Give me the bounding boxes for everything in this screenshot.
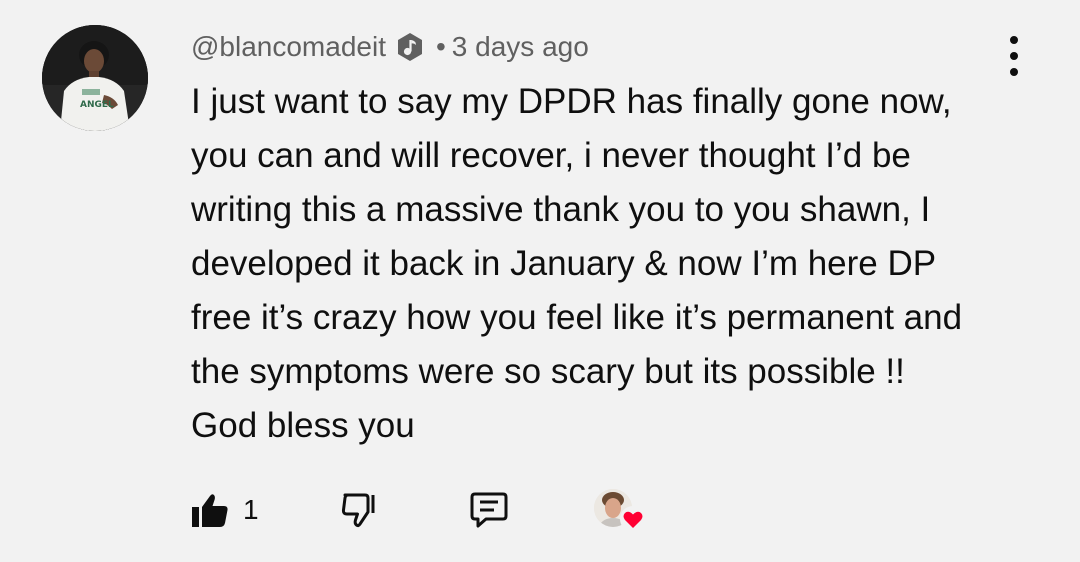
reply-comment-icon (470, 492, 508, 528)
comment-text-line: I just want to say my DPDR has finally g… (191, 82, 952, 121)
comment-text-line: God bless you (191, 406, 415, 445)
music-note-badge-icon (394, 31, 426, 63)
comment-text-line: developed it back in January & now I’m h… (191, 244, 937, 283)
svg-text:ANGEL: ANGEL (80, 100, 114, 110)
creator-heart-icon (593, 486, 649, 534)
reply-button[interactable] (469, 486, 509, 534)
comment-text-line: free it’s crazy how you feel like it’s p… (191, 298, 963, 337)
author-avatar[interactable]: ANGEL (42, 25, 148, 131)
dislike-button[interactable] (341, 486, 379, 534)
comment-card: ANGEL @blancomadeit • 3 days ago I just … (0, 0, 1080, 562)
header-separator: • (435, 31, 446, 62)
more-vertical-icon[interactable] (996, 36, 1032, 76)
comment-actions: 1 (191, 486, 671, 534)
like-button[interactable]: 1 (191, 486, 259, 534)
comment-header: @blancomadeit • 3 days ago (191, 28, 589, 66)
author-name[interactable]: @blancomadeit (191, 31, 386, 63)
thumbs-up-icon (192, 494, 228, 527)
comment-text-line: the symptoms were so scary but its possi… (191, 352, 905, 391)
comment-text-line: you can and will recover, i never though… (191, 136, 911, 175)
comment-text-line: writing this a massive thank you to you … (191, 190, 931, 229)
like-count: 1 (243, 494, 259, 525)
thumbs-down-icon (341, 493, 375, 528)
comment-text: I just want to say my DPDR has finally g… (191, 75, 1051, 453)
comment-timestamp[interactable]: 3 days ago (452, 31, 589, 63)
